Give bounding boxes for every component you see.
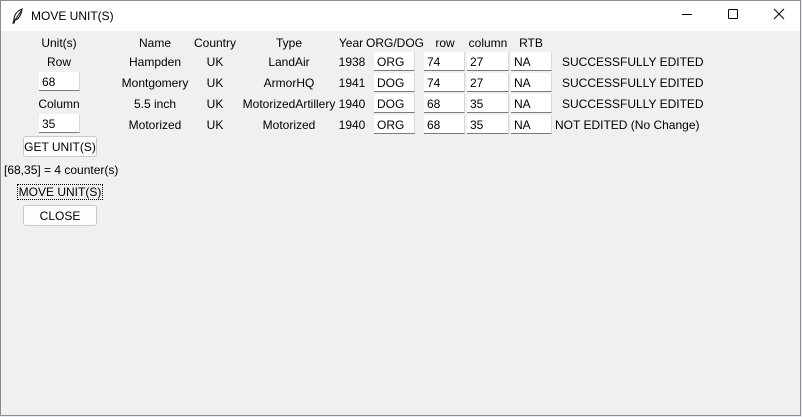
header-rtb: RTB — [519, 36, 543, 50]
rtb-input[interactable] — [511, 115, 552, 134]
close-icon — [773, 7, 785, 25]
header-name: Name — [138, 36, 172, 50]
row-name: 5.5 inch — [133, 97, 177, 111]
feather-icon — [11, 8, 25, 24]
minimize-icon — [681, 7, 693, 25]
form-content: Unit(s) Row Column GET UNIT(S) [68,35] =… — [1, 31, 800, 415]
row-status: SUCCESSFULLY EDITED — [562, 97, 704, 111]
header-column: column — [468, 36, 508, 50]
row-year: 1941 — [338, 76, 366, 90]
row-status: SUCCESSFULLY EDITED — [562, 55, 704, 69]
close-window-button[interactable] — [756, 1, 800, 31]
row-country: UK — [206, 118, 224, 132]
row-name: Montgomery — [121, 76, 189, 90]
row-input[interactable] — [39, 72, 80, 91]
org-dog-input[interactable] — [374, 73, 415, 92]
column-input-cell[interactable] — [467, 94, 509, 113]
row-type: Motorized — [262, 118, 316, 132]
rtb-input[interactable] — [511, 94, 552, 113]
header-org-dog: ORG/DOG — [365, 36, 425, 50]
title-bar[interactable]: MOVE UNIT(S) — [1, 1, 800, 31]
column-input-cell[interactable] — [467, 73, 509, 92]
rtb-input[interactable] — [511, 52, 552, 71]
row-year: 1940 — [338, 97, 366, 111]
row-year: 1938 — [338, 55, 366, 69]
row-name: Hampden — [128, 55, 182, 69]
column-input-cell[interactable] — [467, 115, 509, 134]
row-type: ArmorHQ — [263, 76, 315, 90]
move-units-label: MOVE UNIT(S) — [16, 183, 104, 200]
row-country: UK — [206, 97, 224, 111]
header-type: Type — [275, 36, 303, 50]
move-units-button[interactable]: MOVE UNIT(S) — [16, 181, 104, 202]
row-input-cell[interactable] — [424, 94, 465, 113]
header-row: row — [435, 36, 455, 50]
row-status: SUCCESSFULLY EDITED — [562, 76, 704, 90]
row-label: Row — [46, 55, 72, 69]
rtb-input[interactable] — [511, 73, 552, 92]
header-country: Country — [193, 36, 237, 50]
maximize-button[interactable] — [710, 1, 756, 31]
row-type: LandAir — [268, 55, 310, 69]
row-type: MotorizedArtillery — [242, 97, 336, 111]
row-status: NOT EDITED (No Change) — [555, 118, 700, 132]
maximize-icon — [727, 7, 739, 25]
row-input-cell[interactable] — [424, 115, 465, 134]
org-dog-input[interactable] — [374, 115, 415, 134]
window-title: MOVE UNIT(S) — [31, 9, 114, 23]
move-units-window: MOVE UNIT(S) Unit(s) Row Column GET UNIT… — [0, 0, 801, 416]
row-year: 1940 — [338, 118, 366, 132]
units-label: Unit(s) — [41, 36, 77, 50]
org-dog-input[interactable] — [374, 94, 415, 113]
close-button[interactable]: CLOSE — [23, 205, 97, 226]
row-input-cell[interactable] — [424, 73, 465, 92]
row-country: UK — [206, 76, 224, 90]
org-dog-input[interactable] — [374, 52, 415, 71]
counter-count-text: [68,35] = 4 counter(s) — [4, 163, 119, 177]
header-year: Year — [338, 36, 364, 50]
column-label: Column — [38, 97, 80, 111]
row-name: Motorized — [128, 118, 182, 132]
close-button-label: CLOSE — [39, 208, 81, 223]
get-units-button[interactable]: GET UNIT(S) — [23, 136, 97, 157]
get-units-label: GET UNIT(S) — [24, 139, 96, 154]
column-input[interactable] — [39, 114, 80, 133]
minimize-button[interactable] — [664, 1, 710, 31]
row-country: UK — [206, 55, 224, 69]
column-input-cell[interactable] — [467, 52, 509, 71]
row-input-cell[interactable] — [424, 52, 465, 71]
